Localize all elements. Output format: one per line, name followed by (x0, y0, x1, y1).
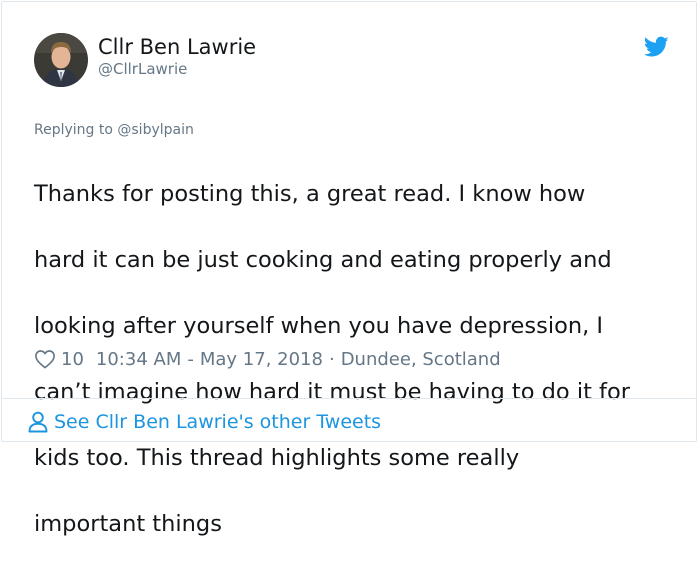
tweet-meta: 10 10:34 AM - May 17, 2018 · Dundee, Sco… (34, 347, 501, 371)
see-other-tweets-label[interactable]: See Cllr Ben Lawrie's other Tweets (54, 411, 381, 433)
replying-to: Replying to @sibylpain (34, 122, 194, 139)
divider (2, 398, 696, 399)
tweet-text-line: kids too. This thread highlights some re… (34, 445, 520, 471)
separator: · (328, 348, 335, 370)
tweet-time[interactable]: 10:34 AM (96, 349, 181, 370)
tweet-card: Cllr Ben Lawrie @CllrLawrie Replying to … (1, 1, 697, 537)
author-name[interactable]: Cllr Ben Lawrie (98, 35, 256, 59)
twitter-bird-icon[interactable] (643, 36, 669, 58)
tweet-text-line: Thanks for posting this, a great read. I… (34, 181, 586, 207)
tweet-date[interactable]: May 17, 2018 (200, 349, 323, 370)
see-other-tweets-link[interactable]: See Cllr Ben Lawrie's other Tweets (28, 408, 381, 436)
avatar[interactable] (34, 33, 88, 87)
reply-handle-link[interactable]: @sibylpain (117, 122, 193, 138)
tweet-text-line: hard it can be just cooking and eating p… (34, 247, 612, 273)
separator: - (187, 348, 194, 370)
person-icon (28, 411, 48, 433)
author-handle[interactable]: @CllrLawrie (98, 60, 187, 78)
tweet-location[interactable]: Dundee, Scotland (341, 349, 501, 370)
tweet-text-line: looking after yourself when you have dep… (34, 313, 604, 339)
heart-icon[interactable] (34, 349, 56, 369)
tweet-text-line: important things (34, 511, 222, 537)
tweet-text-line: can’t imagine how hard it must be having… (34, 379, 630, 405)
replying-to-label: Replying to (34, 122, 113, 138)
like-count[interactable]: 10 (61, 349, 84, 370)
